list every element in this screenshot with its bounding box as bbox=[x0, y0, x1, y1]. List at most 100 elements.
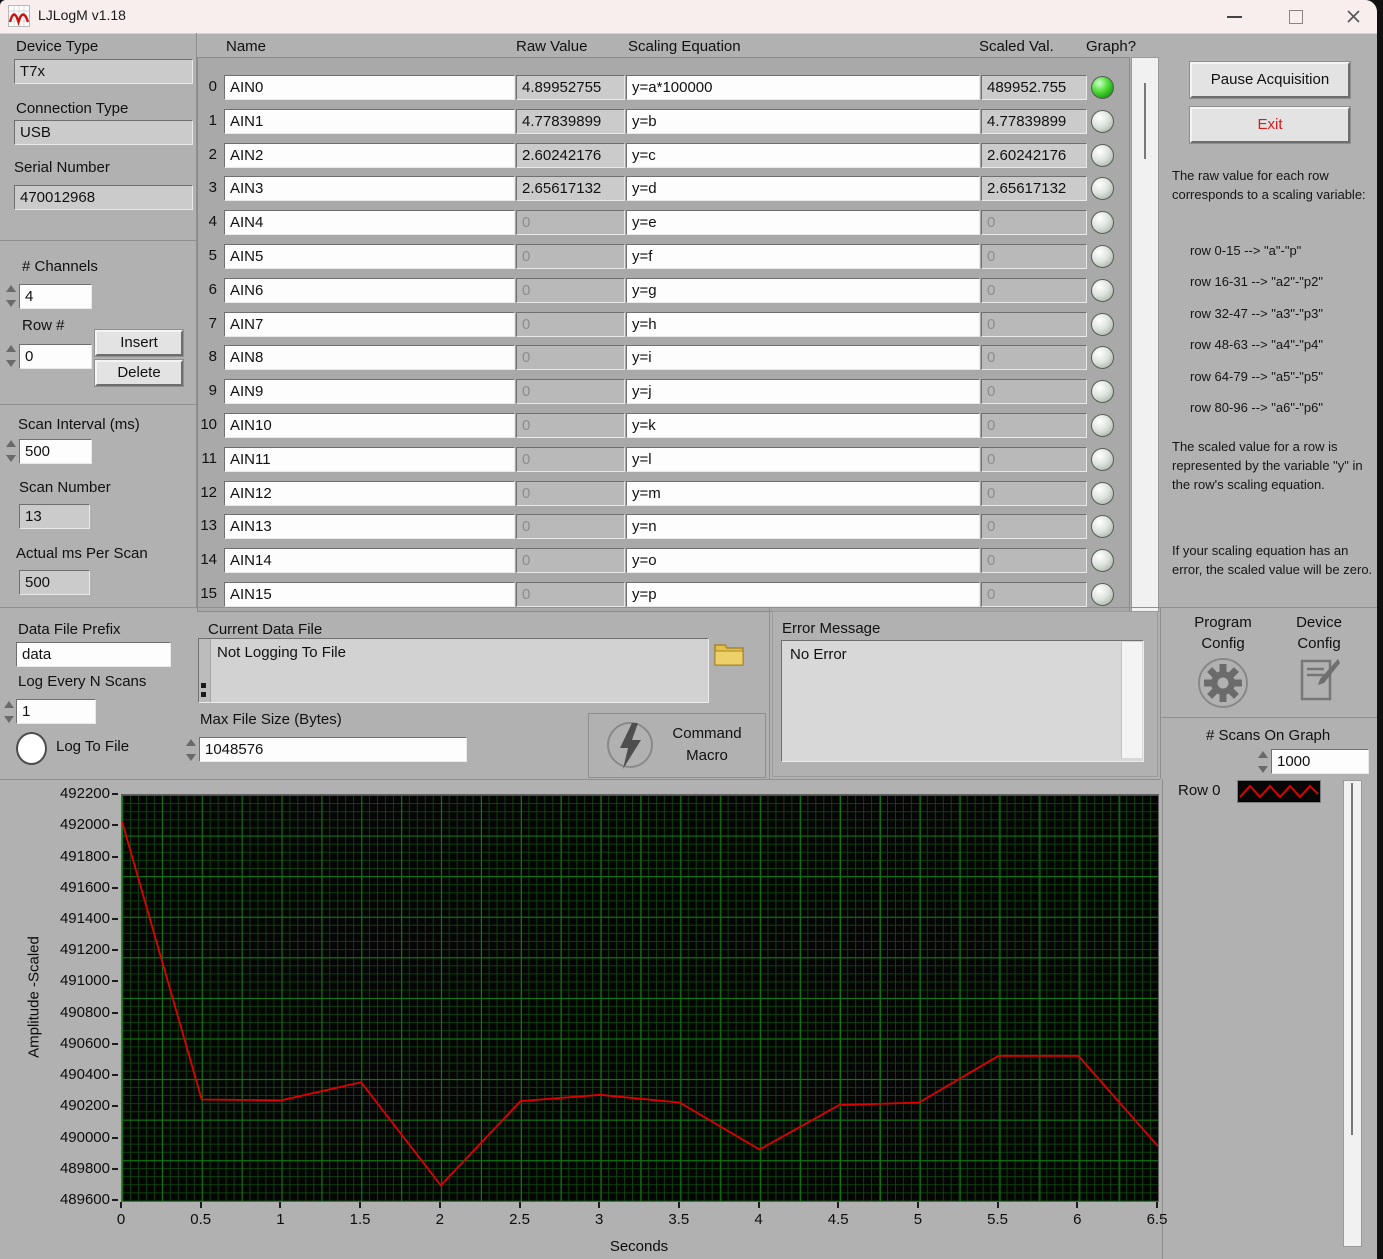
scaling-equation-field[interactable]: y=o bbox=[626, 548, 980, 573]
error-box-scrollbar[interactable] bbox=[1121, 642, 1142, 758]
channel-name-field[interactable]: AIN9 bbox=[224, 379, 515, 404]
channel-name-field[interactable]: AIN4 bbox=[224, 210, 515, 235]
legend-scrollbar-thumb[interactable] bbox=[1351, 783, 1353, 1135]
spin-up-icon[interactable] bbox=[1258, 751, 1268, 758]
scaling-equation-field[interactable]: y=h bbox=[626, 312, 980, 337]
graph-led[interactable] bbox=[1091, 245, 1114, 268]
spin-up-icon[interactable] bbox=[6, 345, 16, 352]
graph-led[interactable] bbox=[1091, 144, 1114, 167]
exit-button[interactable]: Exit bbox=[1190, 107, 1350, 143]
channel-name-field[interactable]: AIN0 bbox=[224, 75, 515, 100]
row-number-spinner[interactable] bbox=[5, 343, 16, 369]
scan-interval-spinner[interactable] bbox=[5, 438, 16, 464]
channel-name-field[interactable]: AIN5 bbox=[224, 244, 515, 269]
scaling-equation-field[interactable]: y=i bbox=[626, 345, 980, 370]
maximize-button[interactable] bbox=[1289, 10, 1303, 24]
scans-on-graph-spinner[interactable] bbox=[1257, 749, 1268, 775]
row-index: 5 bbox=[193, 247, 217, 264]
command-macro-button[interactable]: Command Macro bbox=[588, 713, 766, 778]
spin-down-icon[interactable] bbox=[6, 455, 16, 462]
graph-led[interactable] bbox=[1091, 76, 1114, 99]
minimize-button[interactable] bbox=[1227, 16, 1242, 18]
pause-acquisition-button[interactable]: Pause Acquisition bbox=[1190, 62, 1350, 98]
scaling-equation-field[interactable]: y=f bbox=[626, 244, 980, 269]
delete-button[interactable]: Delete bbox=[95, 360, 183, 386]
program-config-label-line: Config bbox=[1178, 633, 1268, 654]
channel-name-field[interactable]: AIN14 bbox=[224, 548, 515, 573]
spin-up-icon[interactable] bbox=[6, 440, 16, 447]
scaling-equation-field[interactable]: y=e bbox=[626, 210, 980, 235]
browse-folder-icon[interactable] bbox=[713, 640, 745, 667]
log-every-n-input[interactable]: 1 bbox=[16, 699, 96, 724]
scaling-equation-field[interactable]: y=j bbox=[626, 379, 980, 404]
graph-led[interactable] bbox=[1091, 110, 1114, 133]
scaling-equation-field[interactable]: y=k bbox=[626, 413, 980, 438]
connection-type-value[interactable]: USB bbox=[14, 120, 193, 145]
scaling-equation-field[interactable]: y=b bbox=[626, 109, 980, 134]
device-type-value[interactable]: T7x bbox=[14, 59, 193, 84]
spin-down-icon[interactable] bbox=[1258, 766, 1268, 773]
graph-led[interactable] bbox=[1091, 313, 1114, 336]
channel-name-field[interactable]: AIN8 bbox=[224, 345, 515, 370]
device-config-button[interactable] bbox=[1294, 653, 1346, 705]
table-scrollbar-thumb[interactable] bbox=[1144, 83, 1146, 159]
table-scrollbar[interactable] bbox=[1131, 57, 1159, 612]
scans-on-graph-input[interactable]: 1000 bbox=[1271, 749, 1369, 774]
channel-name-field[interactable]: AIN12 bbox=[224, 481, 515, 506]
spin-down-icon[interactable] bbox=[6, 360, 16, 367]
spin-up-icon[interactable] bbox=[6, 285, 16, 292]
scaling-equation-field[interactable]: y=n bbox=[626, 514, 980, 539]
max-file-size-input[interactable]: 1048576 bbox=[199, 737, 467, 762]
scans-on-graph-label: # Scans On Graph bbox=[1206, 727, 1330, 744]
channel-name-field[interactable]: AIN3 bbox=[224, 176, 515, 201]
scaled-value-field: 0 bbox=[981, 447, 1087, 472]
scaling-equation-field[interactable]: y=a*100000 bbox=[626, 75, 980, 100]
scaling-equation-field[interactable]: y=c bbox=[626, 143, 980, 168]
graph-led[interactable] bbox=[1091, 279, 1114, 302]
spin-down-icon[interactable] bbox=[186, 754, 196, 761]
divider bbox=[1160, 607, 1161, 779]
graph-led[interactable] bbox=[1091, 448, 1114, 471]
spin-up-icon[interactable] bbox=[186, 739, 196, 746]
program-config-button[interactable] bbox=[1197, 657, 1249, 709]
scaling-equation-field[interactable]: y=g bbox=[626, 278, 980, 303]
x-tick-label: 6.5 bbox=[1135, 1211, 1179, 1228]
channel-name-field[interactable]: AIN15 bbox=[224, 582, 515, 607]
insert-button[interactable]: Insert bbox=[95, 330, 183, 356]
channel-name-field[interactable]: AIN7 bbox=[224, 312, 515, 337]
max-file-size-spinner[interactable] bbox=[185, 737, 196, 763]
spin-down-icon[interactable] bbox=[4, 716, 14, 723]
connection-type-label: Connection Type bbox=[16, 100, 128, 117]
row-number-input[interactable]: 0 bbox=[19, 344, 92, 369]
title-bar: LJLogM v1.18 bbox=[0, 0, 1377, 34]
graph-led[interactable] bbox=[1091, 414, 1114, 437]
data-file-prefix-input[interactable]: data bbox=[16, 642, 171, 667]
scan-interval-input[interactable]: 500 bbox=[19, 439, 92, 464]
scaling-equation-field[interactable]: y=m bbox=[626, 481, 980, 506]
channel-name-field[interactable]: AIN13 bbox=[224, 514, 515, 539]
scaled-value-note: The scaled value for a row is represente… bbox=[1172, 437, 1372, 494]
spin-up-icon[interactable] bbox=[4, 701, 14, 708]
device-config-label-line: Config bbox=[1274, 633, 1364, 654]
num-channels-spinner[interactable] bbox=[5, 283, 16, 309]
log-to-file-toggle[interactable] bbox=[16, 732, 47, 765]
log-every-n-spinner[interactable] bbox=[3, 699, 14, 725]
num-channels-input[interactable]: 4 bbox=[19, 284, 92, 309]
current-data-file-box[interactable]: Not Logging To File bbox=[198, 638, 709, 703]
channel-name-field[interactable]: AIN1 bbox=[224, 109, 515, 134]
scaling-equation-field[interactable]: y=d bbox=[626, 176, 980, 201]
graph-led[interactable] bbox=[1091, 583, 1114, 606]
scaling-equation-field[interactable]: y=l bbox=[626, 447, 980, 472]
scaling-equation-field[interactable]: y=p bbox=[626, 582, 980, 607]
spin-down-icon[interactable] bbox=[6, 300, 16, 307]
scaled-value-field: 4.77839899 bbox=[981, 109, 1087, 134]
legend-scrollbar[interactable] bbox=[1343, 780, 1362, 1247]
close-button[interactable] bbox=[1346, 9, 1361, 24]
y-tick-mark bbox=[112, 1105, 118, 1107]
channel-name-field[interactable]: AIN11 bbox=[224, 447, 515, 472]
channel-name-field[interactable]: AIN10 bbox=[224, 413, 515, 438]
channel-name-field[interactable]: AIN6 bbox=[224, 278, 515, 303]
graph-led[interactable] bbox=[1091, 482, 1114, 505]
legend-row0-line[interactable] bbox=[1237, 780, 1321, 803]
channel-name-field[interactable]: AIN2 bbox=[224, 143, 515, 168]
